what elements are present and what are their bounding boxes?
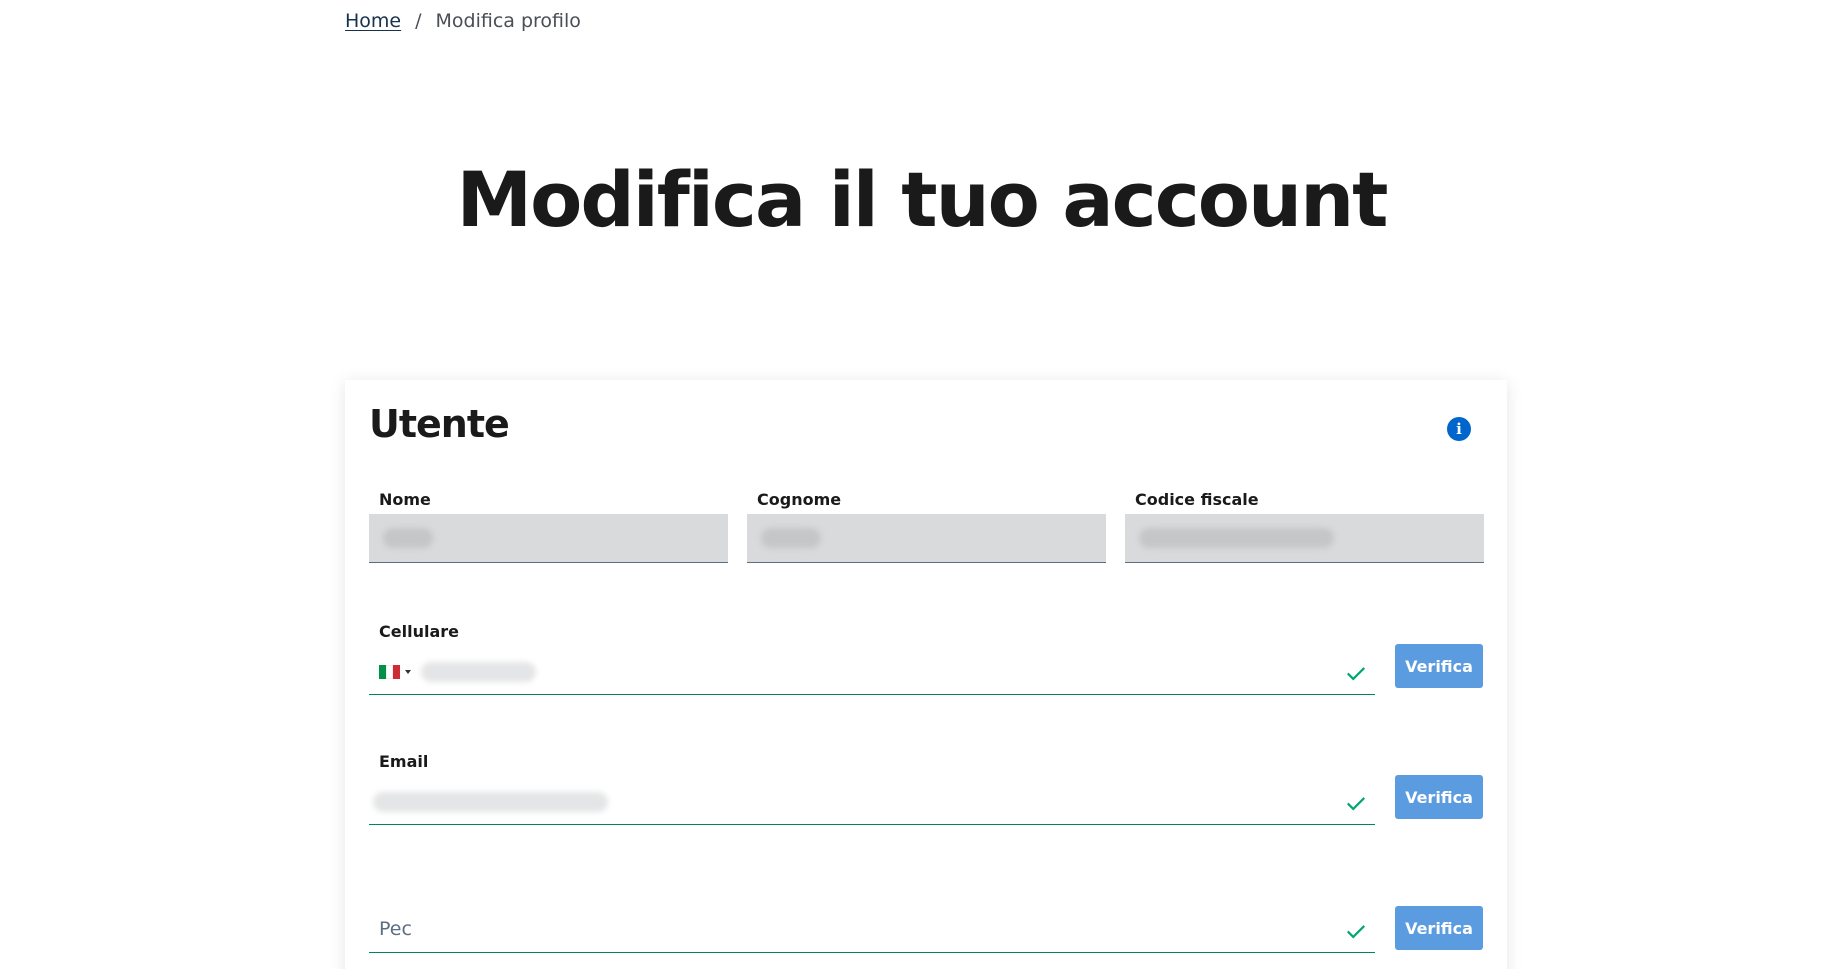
pec-input[interactable]: Pec xyxy=(369,908,1375,953)
cellulare-input[interactable] xyxy=(369,650,1375,695)
pec-placeholder: Pec xyxy=(379,918,412,940)
codice-fiscale-field: Codice fiscale xyxy=(1125,490,1484,563)
breadcrumb-separator: / xyxy=(415,10,422,32)
codice-fiscale-label: Codice fiscale xyxy=(1135,490,1259,509)
page: Home / Modifica profilo Modifica il tuo … xyxy=(0,0,1843,969)
card-title: Utente xyxy=(369,402,510,446)
email-label: Email xyxy=(379,752,429,771)
info-icon[interactable]: i xyxy=(1447,417,1471,441)
nome-input xyxy=(369,514,728,563)
pec-field: Pec xyxy=(369,880,1375,953)
breadcrumb-home-link[interactable]: Home xyxy=(345,10,401,32)
breadcrumb-current: Modifica profilo xyxy=(435,10,581,32)
user-card: Utente i Nome Cognome Codice fiscale Cel… xyxy=(345,380,1507,969)
breadcrumb: Home / Modifica profilo xyxy=(345,10,581,32)
cognome-value-redacted xyxy=(761,528,821,548)
cellulare-value-redacted xyxy=(421,662,536,682)
caret-down-icon xyxy=(405,670,411,674)
check-icon xyxy=(1346,667,1366,681)
codice-fiscale-input xyxy=(1125,514,1484,563)
page-title: Modifica il tuo account xyxy=(456,155,1388,244)
cellulare-field: Cellulare xyxy=(369,622,1375,695)
verifica-pec-button[interactable]: Verifica xyxy=(1395,906,1483,950)
cellulare-label: Cellulare xyxy=(379,622,459,641)
nome-value-redacted xyxy=(383,528,433,548)
email-input[interactable] xyxy=(369,780,1375,825)
email-field: Email xyxy=(369,752,1375,825)
nome-field: Nome xyxy=(369,490,728,563)
codice-fiscale-value-redacted xyxy=(1139,528,1334,548)
verifica-cellulare-button[interactable]: Verifica xyxy=(1395,644,1483,688)
italy-flag-icon[interactable] xyxy=(379,665,411,679)
verifica-email-button[interactable]: Verifica xyxy=(1395,775,1483,819)
cognome-label: Cognome xyxy=(757,490,842,509)
cognome-input xyxy=(747,514,1106,563)
cognome-field: Cognome xyxy=(747,490,1106,563)
email-value-redacted xyxy=(373,792,608,812)
check-icon xyxy=(1346,797,1366,811)
check-icon xyxy=(1346,925,1366,939)
nome-label: Nome xyxy=(379,490,431,509)
